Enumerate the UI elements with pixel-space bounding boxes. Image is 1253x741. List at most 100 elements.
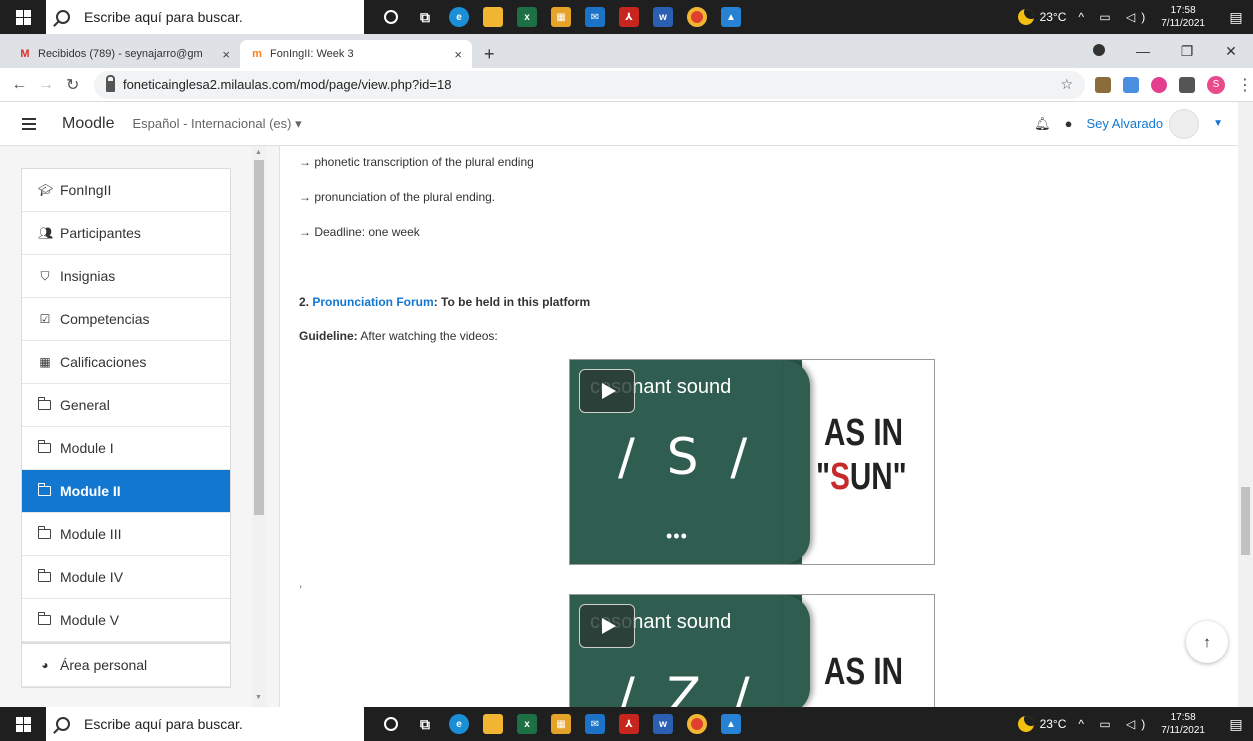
back-button[interactable]: ←	[6, 76, 33, 94]
users-icon: 👥︎	[38, 226, 54, 240]
pronunciation-forum-link[interactable]: Pronunciation Forum	[312, 295, 433, 309]
profile-indicator[interactable]	[1077, 43, 1121, 59]
acrobat-icon[interactable]: ⅄	[612, 707, 646, 741]
graduation-cap-icon: 🎓︎	[38, 183, 54, 197]
photos-icon[interactable]: ▲	[714, 0, 748, 34]
extensions-area: S ⋮	[1095, 75, 1253, 95]
windows-taskbar-top: Escribe aquí para buscar. ⧉ e x ▦ ✉ ⅄ w …	[0, 0, 1253, 34]
sidebar-item-general[interactable]: General	[22, 384, 230, 427]
notification-center-icon[interactable]: ▤	[1219, 707, 1253, 741]
tab-moodle[interactable]: m FonIngII: Week 3 ×	[240, 40, 472, 68]
mail-icon[interactable]: ✉	[578, 0, 612, 34]
sidebar-item-module-5[interactable]: Module V	[22, 599, 230, 642]
close-window-button[interactable]: ✕	[1209, 43, 1253, 60]
tray-icons[interactable]: ^ ▭ ◁)	[1078, 717, 1151, 731]
back-to-top-button[interactable]: ↑	[1186, 621, 1228, 663]
clock[interactable]: 17:58 7/11/2021	[1161, 4, 1205, 30]
extension-translate-icon[interactable]	[1123, 76, 1140, 93]
messages-icon[interactable]: ●	[1065, 116, 1073, 131]
chrome-icon[interactable]	[680, 707, 714, 741]
video-play-button[interactable]	[579, 604, 635, 648]
sidebar-item-course[interactable]: 🎓︎ FonIngII	[22, 169, 230, 212]
notification-center-icon[interactable]: ▤	[1219, 0, 1253, 34]
excel-icon[interactable]: x	[510, 707, 544, 741]
acrobat-icon[interactable]: ⅄	[612, 0, 646, 34]
forum-number: 2.	[299, 295, 313, 309]
video-as-in: AS IN	[824, 412, 904, 454]
task-view-icon[interactable]: ⧉	[408, 707, 442, 741]
video-z-sound[interactable]: cosonant sound / Z / AS IN	[569, 594, 935, 707]
store-icon[interactable]: ▦	[544, 707, 578, 741]
address-bar[interactable]: foneticainglesa2.milaulas.com/mod/page/v…	[93, 70, 1086, 99]
sidebar-item-module-2[interactable]: Module II	[22, 470, 230, 513]
sidebar-scrollbar[interactable]: ▲ ▼	[252, 146, 266, 707]
sidebar-item-module-3[interactable]: Module III	[22, 513, 230, 556]
bookmark-star-icon[interactable]: ☆	[1060, 76, 1073, 93]
sidebar-item-dashboard[interactable]: ◕ Área personal	[22, 644, 230, 687]
scroll-down-arrow-icon[interactable]: ▼	[255, 694, 262, 701]
video-play-button[interactable]	[579, 369, 635, 413]
store-icon[interactable]: ▦	[544, 0, 578, 34]
sidebar-item-label: Participantes	[60, 225, 141, 241]
lock-icon[interactable]	[105, 75, 115, 92]
taskbar-search-box[interactable]: Escribe aquí para buscar.	[46, 0, 364, 34]
windows-taskbar-bottom: Escribe aquí para buscar. ⧉ e x ▦ ✉ ⅄ w …	[0, 707, 1253, 741]
scroll-up-arrow-icon[interactable]: ▲	[255, 149, 262, 156]
sidebar-scrollbar-thumb[interactable]	[254, 160, 264, 515]
sidebar-item-module-4[interactable]: Module IV	[22, 556, 230, 599]
weather-widget[interactable]: 23°C	[1017, 9, 1067, 25]
excel-icon[interactable]: x	[510, 0, 544, 34]
reload-button[interactable]: ↻	[59, 75, 86, 95]
cortana-icon[interactable]	[374, 0, 408, 34]
tab-close-icon[interactable]: ×	[454, 47, 462, 62]
browser-menu-icon[interactable]: ⋮	[1237, 75, 1253, 95]
tab-gmail[interactable]: M Recibidos (789) - seynajarro@gm ×	[8, 40, 240, 68]
notifications-bell-icon[interactable]: 🔔︎	[1034, 116, 1051, 132]
taskbar-search-box[interactable]: Escribe aquí para buscar.	[46, 707, 364, 741]
clock[interactable]: 17:58 7/11/2021	[1161, 711, 1205, 737]
user-avatar[interactable]	[1169, 108, 1200, 139]
sidebar-item-module-1[interactable]: Module I	[22, 427, 230, 470]
edge-icon[interactable]: e	[442, 0, 476, 34]
word-icon[interactable]: w	[646, 707, 680, 741]
video-phoneme-symbol: / S /	[618, 428, 756, 486]
file-explorer-icon[interactable]	[476, 707, 510, 741]
extension-owl-icon[interactable]	[1095, 76, 1112, 93]
tab-close-icon[interactable]: ×	[222, 47, 230, 62]
tray-icons[interactable]: ^ ▭ ◁)	[1078, 10, 1151, 24]
photos-icon[interactable]: ▲	[714, 707, 748, 741]
user-name[interactable]: Sey Alvarado	[1086, 116, 1163, 131]
edge-icon[interactable]: e	[442, 707, 476, 741]
video-s-sound[interactable]: cosonant sound / S / ••• AS IN "SUN"	[569, 359, 935, 565]
extension-color-icon[interactable]	[1151, 76, 1168, 93]
restore-button[interactable]: ❐	[1165, 43, 1209, 60]
windows-start-button[interactable]	[0, 707, 46, 741]
profile-avatar[interactable]: S	[1207, 75, 1226, 94]
windows-start-button[interactable]	[0, 0, 46, 34]
cortana-icon[interactable]	[374, 707, 408, 741]
sidebar-item-grades[interactable]: ▦ Calificaciones	[22, 341, 230, 384]
extensions-puzzle-icon[interactable]	[1179, 76, 1196, 93]
page-scrollbar[interactable]	[1238, 102, 1253, 707]
minimize-button[interactable]: —	[1121, 43, 1165, 59]
weather-temp: 23°C	[1039, 10, 1067, 24]
window-controls: — ❐ ✕	[1077, 34, 1253, 68]
task-view-icon[interactable]: ⧉	[408, 0, 442, 34]
drawer-toggle-icon[interactable]	[22, 115, 36, 133]
mail-icon[interactable]: ✉	[578, 707, 612, 741]
user-menu-caret-icon[interactable]: ▼	[1213, 118, 1223, 129]
user-nav: 🔔︎ ● Sey Alvarado ▼	[1034, 108, 1223, 139]
new-tab-button[interactable]: +	[472, 40, 507, 68]
weather-widget[interactable]: 23°C	[1017, 716, 1066, 732]
sidebar-item-competencies[interactable]: ☑ Competencias	[22, 298, 230, 341]
page-scrollbar-thumb[interactable]	[1241, 487, 1250, 555]
word-icon[interactable]: w	[646, 0, 680, 34]
sidebar-item-participants[interactable]: 👥︎ Participantes	[22, 212, 230, 255]
language-selector[interactable]: Español - Internacional (es) ▾	[132, 116, 301, 132]
chrome-icon[interactable]	[680, 0, 714, 34]
forward-button[interactable]: →	[33, 76, 60, 94]
site-name[interactable]: Moodle	[62, 115, 114, 133]
file-explorer-icon[interactable]	[476, 0, 510, 34]
sidebar-item-badges[interactable]: ⛉ Insignias	[22, 255, 230, 298]
moodle-icon: m	[252, 48, 262, 60]
